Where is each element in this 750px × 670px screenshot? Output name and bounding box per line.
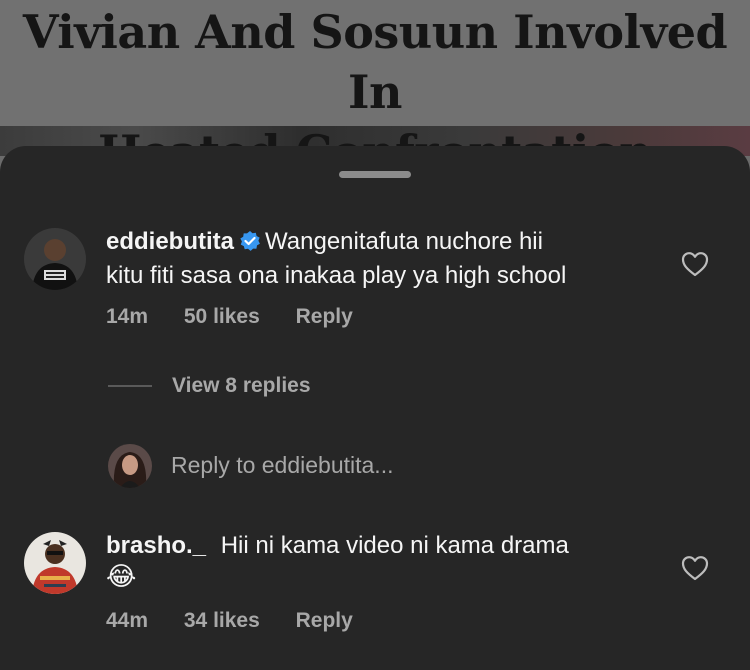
view-replies-divider xyxy=(108,385,152,387)
current-user-avatar xyxy=(108,444,152,488)
comment-meta: 14m 50 likes Reply xyxy=(106,305,353,329)
laughing-emoji: 😂 xyxy=(106,561,137,591)
reply-button[interactable]: Reply xyxy=(296,609,353,632)
comments-sheet: eddiebutita Wangenitafuta nuchore hii ki… xyxy=(0,146,750,670)
heart-outline-icon[interactable] xyxy=(681,251,709,277)
sheet-drag-handle[interactable] xyxy=(339,171,411,178)
reply-input-placeholder: Reply to eddiebutita... xyxy=(171,452,394,478)
comment-body: eddiebutita Wangenitafuta nuchore hii ki… xyxy=(106,226,566,291)
headline-line-1: Vivian And Sosuun Involved In xyxy=(22,5,728,119)
comment-username[interactable]: brasho._ xyxy=(106,532,206,559)
heart-outline-icon[interactable] xyxy=(681,555,709,581)
comment-username[interactable]: eddiebutita xyxy=(106,228,234,255)
view-replies-label[interactable]: View 8 replies xyxy=(172,374,311,398)
view-replies-toggle[interactable]: View 8 replies xyxy=(108,374,311,398)
verified-badge-icon xyxy=(239,229,261,260)
avatar-brasho[interactable] xyxy=(24,532,86,594)
comment-text-line-2: kitu fiti sasa ona inakaa play ya high s… xyxy=(106,262,567,289)
comment-time: 14m xyxy=(106,305,149,328)
avatar-eddiebutita[interactable] xyxy=(24,228,86,290)
comment-meta: 44m 34 likes Reply xyxy=(106,609,353,633)
comment-text-line-1: Wangenitafuta nuchore hii xyxy=(265,228,543,255)
reply-input[interactable]: Reply to eddiebutita... xyxy=(171,452,393,479)
reply-button[interactable]: Reply xyxy=(296,305,353,328)
comment-text-line-1: Hii ni kama video ni kama drama xyxy=(220,532,569,559)
comment-likes[interactable]: 34 likes xyxy=(184,609,260,632)
comment-body: brasho._ Hii ni kama video ni kama drama… xyxy=(106,530,569,593)
comment-likes[interactable]: 50 likes xyxy=(184,305,260,328)
comment-time: 44m xyxy=(106,609,149,632)
